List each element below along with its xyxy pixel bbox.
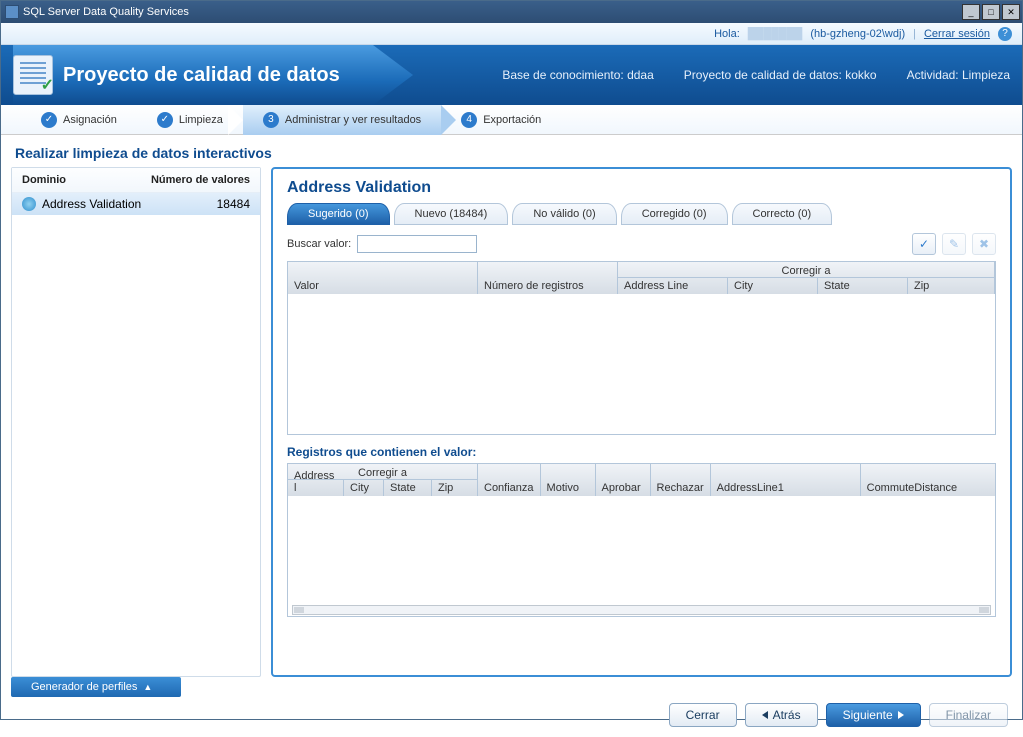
- col-city2[interactable]: City: [350, 482, 377, 494]
- app-icon: [5, 5, 19, 19]
- domain-column-header: Dominio: [22, 174, 151, 186]
- col-address-line[interactable]: Address Line: [624, 280, 721, 292]
- step-manage-results[interactable]: 3 Administrar y ver resultados: [243, 105, 441, 135]
- domain-row-address-validation[interactable]: Address Validation 18484: [12, 193, 260, 215]
- logout-link[interactable]: Cerrar sesión: [924, 28, 990, 40]
- tab-suggested[interactable]: Sugerido (0): [287, 203, 390, 225]
- finish-button: Finalizar: [929, 703, 1008, 727]
- window-title: SQL Server Data Quality Services: [23, 6, 189, 18]
- wizard-footer: Cerrar Atrás Siguiente Finalizar: [1, 703, 1022, 737]
- result-tabs: Sugerido (0) Nuevo (18484) No válido (0)…: [287, 203, 996, 225]
- approve-all-button[interactable]: ✎: [942, 233, 966, 255]
- spellcheck-button[interactable]: ✓: [912, 233, 936, 255]
- col-registros[interactable]: Número de registros: [484, 280, 611, 292]
- triangle-right-icon: [898, 711, 904, 719]
- greeting-label: Hola:: [714, 28, 740, 40]
- host-label: (hb-gzheng-02\wdj): [810, 28, 905, 40]
- user-name-redacted: ███████: [748, 28, 803, 40]
- close-button[interactable]: Cerrar: [669, 703, 737, 727]
- profiler-toggle[interactable]: Generador de perfiles ▲: [11, 677, 181, 697]
- top-info-strip: Hola: ███████ (hb-gzheng-02\wdj) | Cerra…: [1, 23, 1022, 45]
- step-export[interactable]: 4 Exportación: [441, 105, 561, 135]
- records-grid-body[interactable]: [288, 496, 995, 616]
- values-grid: Valor Número de registros Corregir a Add…: [287, 261, 996, 435]
- separator: |: [913, 28, 916, 40]
- step-number-icon: 4: [461, 112, 477, 128]
- next-button[interactable]: Siguiente: [826, 703, 921, 727]
- help-icon[interactable]: ?: [998, 27, 1012, 41]
- domain-name: Address Validation: [42, 197, 217, 211]
- horizontal-scrollbar[interactable]: [292, 605, 991, 615]
- page-title: Proyecto de calidad de datos: [63, 64, 340, 87]
- col-addressline1[interactable]: AddressLine1: [717, 482, 854, 494]
- col-address[interactable]: Address l: [294, 470, 337, 494]
- kb-info: Base de conocimiento: ddaa: [502, 68, 653, 82]
- col-confianza[interactable]: Confianza: [484, 482, 534, 494]
- triangle-left-icon: [762, 711, 768, 719]
- check-icon: [41, 112, 57, 128]
- maximize-button[interactable]: □: [982, 4, 1000, 20]
- tab-new[interactable]: Nuevo (18484): [394, 203, 509, 225]
- records-grid: Corregir a Address l City State Zip Conf…: [287, 463, 996, 617]
- col-aprobar[interactable]: Aprobar: [602, 482, 644, 494]
- page-banner: Proyecto de calidad de datos Base de con…: [1, 45, 1022, 105]
- domain-count: 18484: [217, 197, 250, 211]
- wizard-steps: Asignación Limpieza 3 Administrar y ver …: [1, 105, 1022, 135]
- col-city[interactable]: City: [734, 280, 811, 292]
- col-state[interactable]: State: [824, 280, 901, 292]
- work-area: Dominio Número de valores Address Valida…: [1, 167, 1022, 677]
- section-subtitle: Realizar limpieza de datos interactivos: [1, 135, 1022, 167]
- col-commute[interactable]: CommuteDistance: [867, 482, 989, 494]
- reject-all-button[interactable]: ✖: [972, 233, 996, 255]
- project-info: Proyecto de calidad de datos: kokko: [684, 68, 877, 82]
- col-rechazar[interactable]: Rechazar: [657, 482, 704, 494]
- col-zip2[interactable]: Zip: [438, 482, 471, 494]
- values-grid-body[interactable]: [288, 294, 995, 434]
- tab-invalid[interactable]: No válido (0): [512, 203, 616, 225]
- minimize-button[interactable]: _: [962, 4, 980, 20]
- tab-corrected[interactable]: Corregido (0): [621, 203, 728, 225]
- domain-list-panel: Dominio Número de valores Address Valida…: [11, 167, 261, 677]
- panel-heading: Address Validation: [287, 179, 996, 197]
- results-panel: Address Validation Sugerido (0) Nuevo (1…: [271, 167, 1012, 677]
- check-icon: [157, 112, 173, 128]
- col-motivo[interactable]: Motivo: [547, 482, 589, 494]
- back-button[interactable]: Atrás: [745, 703, 818, 727]
- search-input[interactable]: [357, 235, 477, 253]
- value-count-column-header: Número de valores: [151, 174, 250, 186]
- step-assignment[interactable]: Asignación: [21, 105, 137, 135]
- col-zip[interactable]: Zip: [914, 280, 988, 292]
- globe-icon: [22, 197, 36, 211]
- records-section-label: Registros que contienen el valor:: [287, 445, 996, 459]
- title-bar: SQL Server Data Quality Services _ □ ✕: [1, 1, 1022, 23]
- project-icon: [13, 55, 53, 95]
- col-group-corregir: Corregir a: [618, 264, 994, 278]
- activity-info: Actividad: Limpieza: [907, 68, 1010, 82]
- chevron-up-icon: ▲: [143, 682, 152, 692]
- step-number-icon: 3: [263, 112, 279, 128]
- col-state2[interactable]: State: [390, 482, 425, 494]
- tab-correct[interactable]: Correcto (0): [732, 203, 833, 225]
- search-label: Buscar valor:: [287, 238, 351, 250]
- col-valor[interactable]: Valor: [294, 280, 471, 292]
- close-window-button[interactable]: ✕: [1002, 4, 1020, 20]
